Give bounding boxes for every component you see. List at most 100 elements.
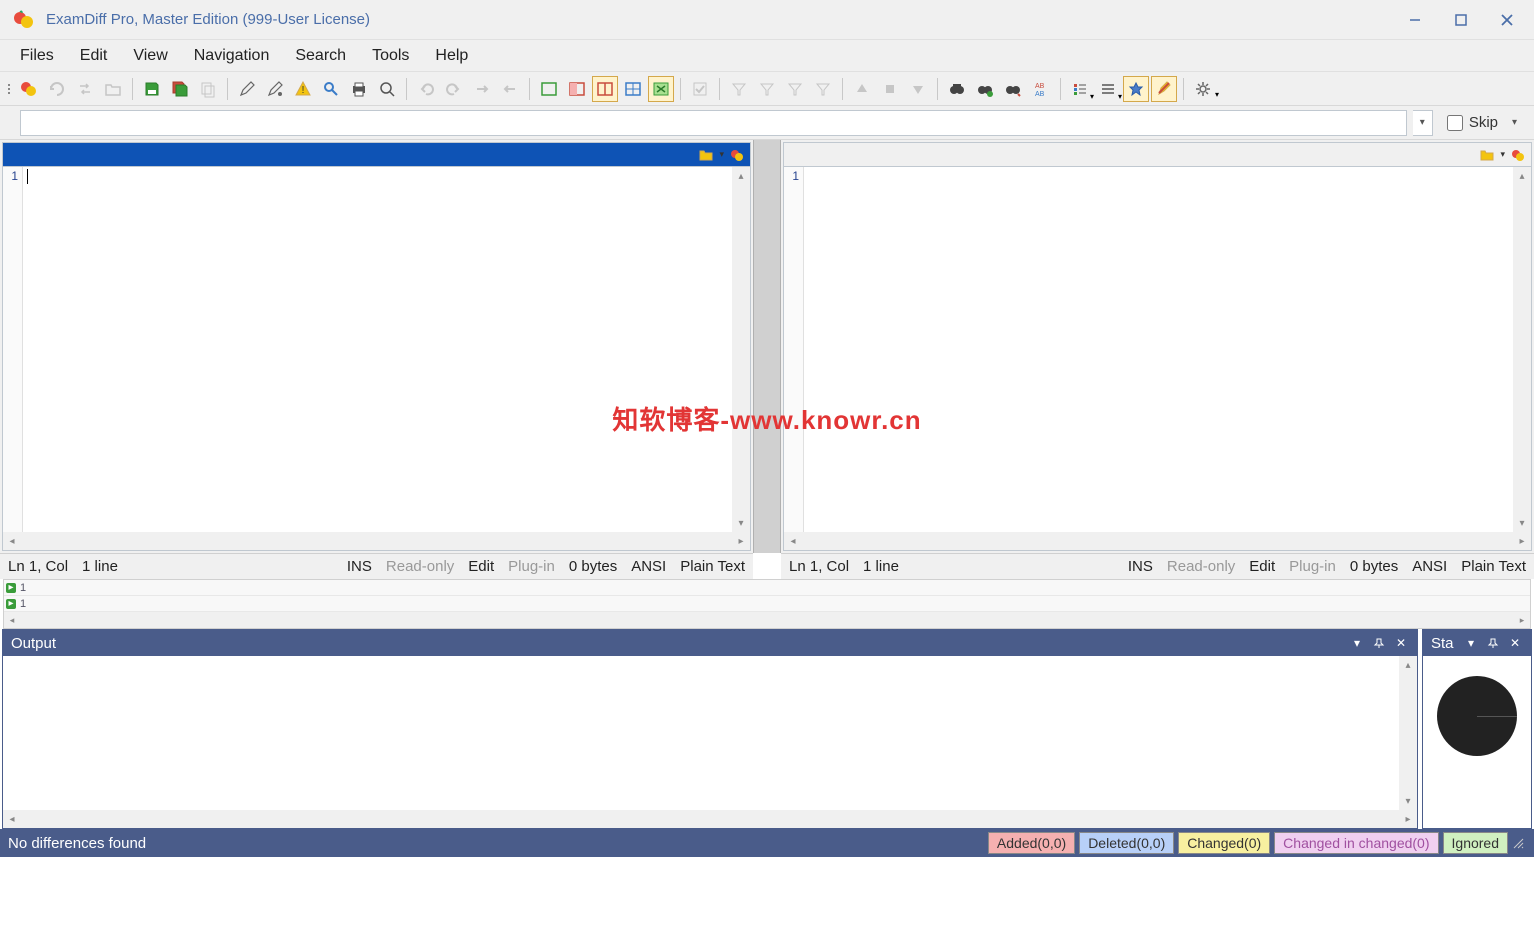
save-button[interactable] [139,76,165,102]
menu-navigation[interactable]: Navigation [182,43,282,69]
filter2-button[interactable] [754,76,780,102]
right-readonly[interactable]: Read-only [1167,558,1235,575]
maximize-button[interactable] [1438,5,1484,35]
menu-files[interactable]: Files [8,43,66,69]
overview-row-1[interactable]: ▸1 [4,580,1530,596]
right-ins[interactable]: INS [1128,558,1153,575]
binoculars2-button[interactable] [972,76,998,102]
path-dropdown[interactable]: ▾ [1413,110,1433,136]
next-diff-button[interactable] [469,76,495,102]
chip-changed[interactable]: Changed(0) [1178,832,1270,854]
pin-icon[interactable] [1485,635,1501,651]
compare-icon[interactable] [728,146,746,164]
binoculars3-button[interactable] [1000,76,1026,102]
left-edit[interactable]: Edit [468,558,494,575]
overview-hscroll[interactable]: ◂▸ [4,612,1530,628]
skip-checkbox-label[interactable]: Skip [1447,114,1498,131]
edit-left-button[interactable] [234,76,260,102]
view-left-button[interactable] [564,76,590,102]
svg-text:AB: AB [1035,83,1045,90]
open-folder-icon[interactable] [1478,146,1496,164]
right-vscroll[interactable]: ▴▾ [1513,167,1531,532]
nav-up-button[interactable] [849,76,875,102]
chip-deleted[interactable]: Deleted(0,0) [1079,832,1174,854]
view-single-button[interactable] [536,76,562,102]
menu-tools[interactable]: Tools [360,43,421,69]
menu-help[interactable]: Help [423,43,480,69]
right-hscroll[interactable]: ◂▸ [784,532,1531,550]
left-editor[interactable] [23,167,732,532]
panel-menu-icon[interactable]: ▾ [1349,635,1365,651]
close-panel-icon[interactable]: ✕ [1507,635,1523,651]
view-split-button[interactable] [592,76,618,102]
output-content[interactable] [3,656,1399,810]
panel-menu-icon[interactable]: ▾ [1463,635,1479,651]
menu-edit[interactable]: Edit [68,43,120,69]
left-hscroll[interactable]: ◂▸ [3,532,750,550]
nav-stop-button[interactable] [877,76,903,102]
open-folder-icon[interactable] [697,146,715,164]
pin-icon[interactable] [1371,635,1387,651]
chip-ignored[interactable]: Ignored [1443,832,1508,854]
print-button[interactable] [346,76,372,102]
menu-search[interactable]: Search [283,43,358,69]
right-editor[interactable] [804,167,1513,532]
left-type[interactable]: Plain Text [680,558,745,575]
binoculars1-button[interactable] [944,76,970,102]
open-folder-button[interactable] [100,76,126,102]
left-ins[interactable]: INS [347,558,372,575]
left-vscroll[interactable]: ▴▾ [732,167,750,532]
minimize-button[interactable] [1392,5,1438,35]
left-plugin[interactable]: Plug-in [508,558,555,575]
pane-splitter[interactable] [753,140,781,553]
prev-diff-button[interactable] [497,76,523,102]
resize-grip-icon[interactable] [1508,835,1526,851]
check-button[interactable] [687,76,713,102]
right-type[interactable]: Plain Text [1461,558,1526,575]
path-input[interactable] [20,110,1407,136]
settings-button[interactable]: ▾ [1190,76,1216,102]
plugin-button[interactable] [1123,76,1149,102]
filter1-button[interactable] [726,76,752,102]
output-vscroll[interactable]: ▴▾ [1399,656,1417,810]
undo-button[interactable] [413,76,439,102]
options-list-button[interactable]: ▾ [1067,76,1093,102]
menu-view[interactable]: View [121,43,179,69]
filter4-button[interactable] [810,76,836,102]
swap-button[interactable] [72,76,98,102]
left-header-dropdown[interactable]: ▾ [719,149,724,160]
save-all-button[interactable] [167,76,193,102]
skip-checkbox[interactable] [1447,115,1463,131]
chip-added[interactable]: Added(0,0) [988,832,1075,854]
right-encoding[interactable]: ANSI [1412,558,1447,575]
highlight-button[interactable] [1151,76,1177,102]
zoom-button[interactable] [374,76,400,102]
overview-row-2[interactable]: ▸1 [4,596,1530,612]
right-plugin[interactable]: Plug-in [1289,558,1336,575]
skip-dropdown[interactable]: ▾ [1512,117,1528,128]
text-compare-button[interactable]: ABAB [1028,76,1054,102]
left-encoding[interactable]: ANSI [631,558,666,575]
copy-button[interactable] [195,76,221,102]
nav-down-button[interactable] [905,76,931,102]
output-hscroll[interactable]: ◂▸ [3,810,1417,828]
redo-button[interactable] [441,76,467,102]
compare-button[interactable] [16,76,42,102]
output-panel-body: ▴▾ [3,656,1417,810]
close-panel-icon[interactable]: ✕ [1393,635,1409,651]
right-edit[interactable]: Edit [1249,558,1275,575]
recompare-button[interactable] [44,76,70,102]
lines-button[interactable]: ▾ [1095,76,1121,102]
close-button[interactable] [1484,5,1530,35]
view-sync-button[interactable] [648,76,674,102]
filter3-button[interactable] [782,76,808,102]
left-readonly[interactable]: Read-only [386,558,454,575]
toolbar-grip[interactable] [6,84,14,94]
diff-report-button[interactable]: ! [290,76,316,102]
view-grid-button[interactable] [620,76,646,102]
find-button[interactable] [318,76,344,102]
right-header-dropdown[interactable]: ▾ [1500,149,1505,160]
compare-icon[interactable] [1509,146,1527,164]
chip-changed-in-changed[interactable]: Changed in changed(0) [1274,832,1438,854]
edit-right-button[interactable] [262,76,288,102]
